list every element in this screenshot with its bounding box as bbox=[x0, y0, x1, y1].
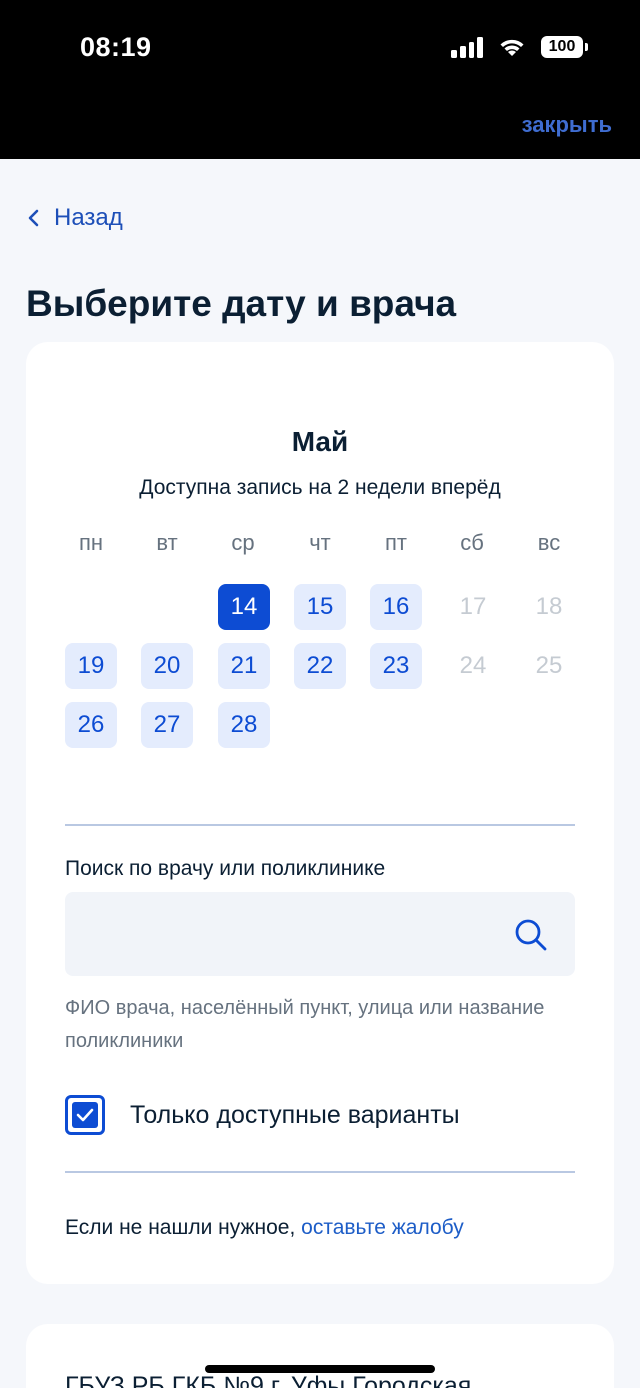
weekday-label: чт bbox=[309, 530, 331, 555]
chevron-left-icon bbox=[28, 209, 39, 227]
calendar-day-21[interactable]: 21 bbox=[218, 643, 270, 689]
status-time: 08:19 bbox=[80, 32, 152, 62]
battery-icon: 100 bbox=[541, 36, 588, 58]
battery-level: 100 bbox=[541, 36, 583, 58]
search-input[interactable] bbox=[65, 892, 575, 976]
calendar-day-17: 17 bbox=[459, 593, 487, 620]
only-available-label[interactable]: Только доступные варианты bbox=[130, 1101, 460, 1130]
complaint-text: Если не нашли нужное, оставьте жалобу bbox=[65, 1216, 464, 1239]
calendar-day-24: 24 bbox=[459, 652, 487, 679]
calendar-day-14[interactable]: 14 bbox=[218, 584, 270, 630]
calendar-day-20[interactable]: 20 bbox=[141, 643, 193, 689]
wifi-icon bbox=[500, 39, 524, 56]
calendar-day-19[interactable]: 19 bbox=[65, 643, 117, 689]
home-indicator bbox=[205, 1365, 435, 1373]
calendar-day-25: 25 bbox=[535, 652, 563, 679]
calendar-day-28[interactable]: 28 bbox=[218, 702, 270, 748]
only-available-filter[interactable]: Только доступные варианты bbox=[65, 1095, 460, 1135]
close-button[interactable]: закрыть bbox=[522, 112, 612, 138]
weekday-label: пт bbox=[385, 530, 407, 555]
weekday-label: вт bbox=[156, 530, 178, 555]
calendar-day-16[interactable]: 16 bbox=[370, 584, 422, 630]
calendar-grid: 14 15 16 17 18 19 20 21 22 23 24 25 26 27 28 bbox=[65, 584, 575, 750]
status-icons: 100 bbox=[451, 36, 588, 58]
only-available-checkbox[interactable] bbox=[65, 1095, 105, 1135]
top-bar: 08:19 100 закрыть bbox=[0, 0, 640, 159]
weekday-label: вс bbox=[537, 530, 561, 555]
back-button[interactable]: Назад bbox=[26, 204, 123, 232]
calendar-day-26[interactable]: 26 bbox=[65, 702, 117, 748]
calendar-day-15[interactable]: 15 bbox=[294, 584, 346, 630]
cellular-signal-icon bbox=[451, 36, 483, 58]
search-hint: ФИО врача, населённый пункт, улица или н… bbox=[65, 997, 545, 1052]
calendar-day-22[interactable]: 22 bbox=[294, 643, 346, 689]
search-label: Поиск по врачу или поликлинике bbox=[65, 857, 386, 880]
divider bbox=[65, 824, 575, 826]
calendar-day-18: 18 bbox=[535, 593, 563, 620]
search-icon[interactable] bbox=[514, 918, 548, 952]
date-doctor-card: Май Доступна запись на 2 недели вперёд п… bbox=[26, 342, 614, 1284]
weekday-label: сб bbox=[460, 530, 484, 555]
back-label: Назад bbox=[54, 204, 123, 231]
calendar-day-27[interactable]: 27 bbox=[141, 702, 193, 748]
clinic-card-title: ГБУЗ РБ ГКБ №9 г. Уфы Городская bbox=[65, 1372, 472, 1388]
divider bbox=[65, 1171, 575, 1173]
calendar-month: Май bbox=[291, 426, 349, 457]
weekday-label: пн bbox=[78, 530, 104, 555]
calendar-day-23[interactable]: 23 bbox=[370, 643, 422, 689]
weekday-label: ср bbox=[231, 530, 255, 555]
complaint-link[interactable]: оставьте жалобу bbox=[301, 1216, 464, 1239]
clinic-card[interactable]: ГБУЗ РБ ГКБ №9 г. Уфы Городская bbox=[26, 1324, 614, 1388]
calendar-subtitle: Доступна запись на 2 недели вперёд bbox=[139, 476, 501, 499]
checkmark-icon bbox=[76, 1108, 94, 1122]
page-title: Выберите дату и врача bbox=[26, 283, 457, 324]
